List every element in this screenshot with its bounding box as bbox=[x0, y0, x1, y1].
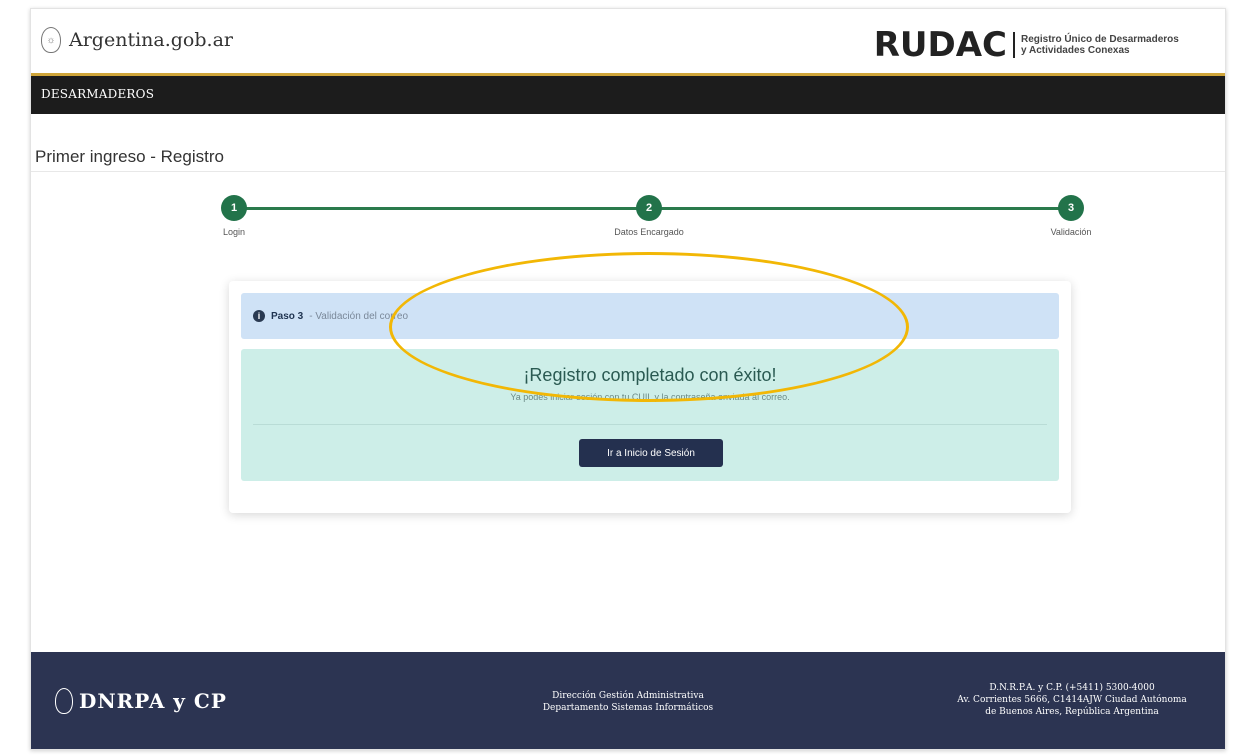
top-header: ☼ Argentina.gob.ar RUDAC Registro Único … bbox=[31, 9, 1225, 73]
logo-separator bbox=[1013, 32, 1015, 58]
step-number: 3 bbox=[1058, 195, 1084, 221]
go-to-login-button[interactable]: Ir a Inicio de Sesión bbox=[579, 439, 723, 467]
rudac-subtitle-line2: y Actividades Conexas bbox=[1021, 45, 1130, 56]
step-validacion: 3 Validación bbox=[1021, 195, 1121, 237]
page-title: Primer ingreso - Registro bbox=[35, 147, 224, 166]
info-icon: i bbox=[253, 310, 265, 322]
main-navbar: DESARMADEROS bbox=[31, 73, 1225, 114]
success-heading: ¡Registro completado con éxito! bbox=[523, 365, 777, 385]
browser-page: ☼ Argentina.gob.ar RUDAC Registro Único … bbox=[30, 8, 1226, 750]
step-label: Datos Encargado bbox=[614, 227, 684, 237]
step-label: Login bbox=[222, 227, 246, 237]
rudac-logo-text: RUDAC bbox=[873, 25, 1007, 65]
title-divider bbox=[31, 171, 1225, 172]
step-description: - Validación del correo bbox=[309, 310, 409, 322]
success-message: Ya podés iniciar sesión con tu CUIL y la… bbox=[510, 392, 790, 402]
step-label: Validación bbox=[1050, 227, 1092, 237]
site-name: Argentina.gob.ar bbox=[69, 29, 233, 51]
footer-contact: D.N.R.P.A. y C.P. (+5411) 5300-4000 Av. … bbox=[927, 682, 1217, 718]
footer-contact-line3: de Buenos Aires, República Argentina bbox=[985, 707, 1159, 717]
argentina-brand-link[interactable]: ☼ Argentina.gob.ar bbox=[41, 27, 233, 53]
success-alert: ¡Registro completado con éxito! Ya podés… bbox=[241, 349, 1059, 481]
national-seal-icon: ☼ bbox=[41, 27, 61, 53]
step-info-alert: i Paso 3 - Validación del correo bbox=[241, 293, 1059, 339]
footer-contact-line1: D.N.R.P.A. y C.P. (+5411) 5300-4000 bbox=[989, 683, 1155, 693]
registration-card: i Paso 3 - Validación del correo ¡Regist… bbox=[229, 281, 1071, 513]
rudac-subtitle: Registro Único de Desarmaderos y Activid… bbox=[1021, 34, 1181, 56]
rudac-subtitle-line1: Registro Único de Desarmaderos bbox=[1021, 34, 1179, 45]
step-number: 2 bbox=[636, 195, 662, 221]
footer-contact-line2: Av. Corrientes 5666, C1414AJW Ciudad Aut… bbox=[957, 695, 1187, 705]
site-footer: DNRPA y CP Dirección Gestión Administrat… bbox=[31, 652, 1225, 749]
step-number: 1 bbox=[221, 195, 247, 221]
step-login: 1 Login bbox=[184, 195, 284, 237]
registration-stepper: 1 Login 2 Datos Encargado 3 Validación bbox=[31, 192, 1225, 252]
rudac-logo: RUDAC Registro Único de Desarmaderos y A… bbox=[874, 25, 1181, 65]
step-datos-encargado: 2 Datos Encargado bbox=[599, 195, 699, 237]
nav-item-desarmaderos[interactable]: DESARMADEROS bbox=[41, 87, 154, 101]
step-label-strong: Paso 3 bbox=[271, 310, 304, 322]
success-divider bbox=[253, 424, 1047, 425]
